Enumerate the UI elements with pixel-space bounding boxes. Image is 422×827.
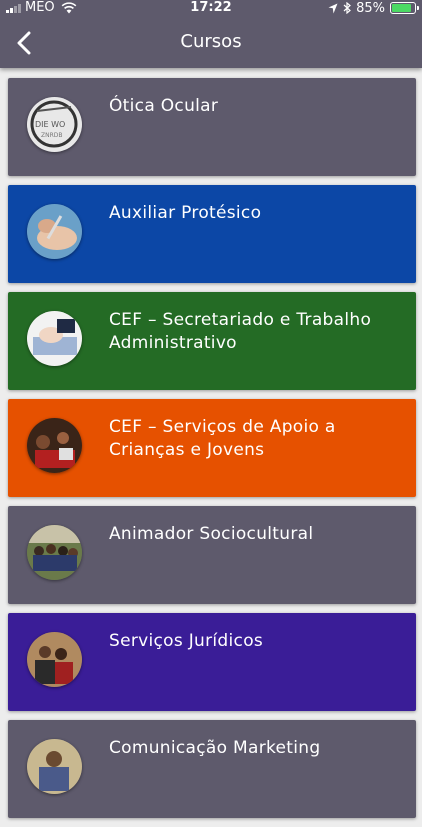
course-card-cef-secretariado[interactable]: CEF – Secretariado e Trabalho Administra… <box>8 292 416 390</box>
course-list: DIE WO ZNRDB Ótica Ocular Auxiliar Proté… <box>8 78 416 827</box>
course-thumbnail <box>27 739 82 794</box>
course-card-auxiliar-protesico[interactable]: Auxiliar Protésico <box>8 185 416 283</box>
course-card-animador-sociocultural[interactable]: Animador Sociocultural <box>8 506 416 604</box>
course-label: CEF – Secretariado e Trabalho Administra… <box>109 310 372 353</box>
location-icon <box>328 3 338 13</box>
course-card-cef-servicos-apoio[interactable]: CEF – Serviços de Apoio a Crianças e Jov… <box>8 399 416 497</box>
course-card-otica-ocular[interactable]: DIE WO ZNRDB Ótica Ocular <box>8 78 416 176</box>
course-label: Ótica Ocular <box>109 96 219 116</box>
battery-percent: 85% <box>356 0 385 16</box>
page-title: Cursos <box>180 31 242 52</box>
battery-icon <box>390 2 419 14</box>
status-bar: MEO 17:22 85% <box>0 0 422 16</box>
bluetooth-icon <box>343 2 352 14</box>
svg-text:ZNRDB: ZNRDB <box>41 132 63 139</box>
course-label: Comunicação Marketing <box>109 738 321 758</box>
course-thumbnail <box>27 311 82 366</box>
app-header: MEO 17:22 85% Cursos <box>0 0 422 68</box>
course-thumbnail <box>27 525 82 580</box>
course-label: Animador Sociocultural <box>109 524 314 544</box>
course-card-comunicacao-marketing[interactable]: Comunicação Marketing <box>8 720 416 818</box>
course-thumbnail <box>27 418 82 473</box>
course-thumbnail <box>27 632 82 687</box>
course-thumbnail <box>27 204 82 259</box>
course-label: Auxiliar Protésico <box>109 203 262 223</box>
course-thumbnail: DIE WO ZNRDB <box>27 97 82 152</box>
course-card-servicos-juridicos[interactable]: Serviços Jurídicos <box>8 613 416 711</box>
course-label: CEF – Serviços de Apoio a Crianças e Jov… <box>109 417 336 460</box>
svg-text:DIE WO: DIE WO <box>35 120 65 129</box>
course-label: Serviços Jurídicos <box>109 631 264 651</box>
